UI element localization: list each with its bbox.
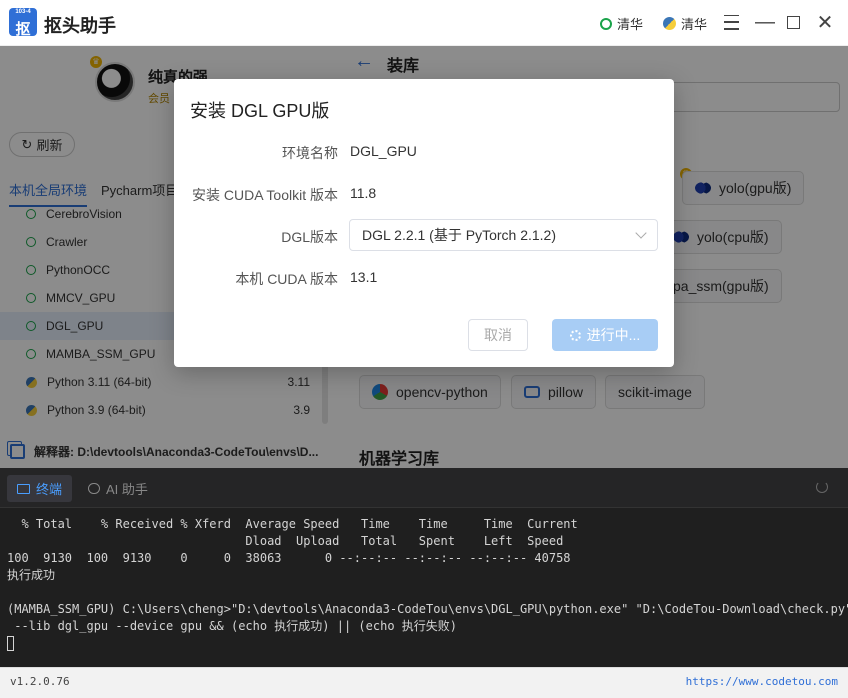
maximize-icon[interactable] — [783, 12, 803, 32]
app-logo: 103-4 抠 — [9, 8, 37, 38]
env-name-label: 环境名称 — [282, 145, 338, 161]
env-name-value: DGL_GPU — [350, 143, 417, 159]
app-title: 抠头助手 — [44, 16, 116, 36]
cuda-toolkit-label: 安装 CUDA Toolkit 版本 — [192, 187, 338, 203]
pip-mirror-selector[interactable]: 清华 — [663, 14, 707, 33]
cancel-button[interactable]: 取消 — [468, 319, 528, 351]
terminal-line: (MAMBA_SSM_GPU) C:\Users\cheng>"D:\devto… — [7, 602, 848, 616]
dgl-version-select[interactable]: DGL 2.2.1 (基于 PyTorch 2.1.2) — [349, 219, 658, 251]
conda-ring-icon — [600, 17, 612, 30]
tab-terminal[interactable]: 终端 — [7, 475, 73, 502]
terminal-line: 100 9130 100 9130 0 0 38063 0 --:--:-- -… — [7, 551, 571, 565]
terminal-line: % Total % Received % Xferd Average Speed… — [7, 517, 578, 531]
minimize-icon[interactable]: — — [755, 11, 775, 33]
local-cuda-value: 13.1 — [350, 269, 378, 285]
terminal-line: Dload Upload Total Spent Left Speed — [7, 534, 564, 548]
dgl-version-label: DGL版本 — [281, 229, 338, 245]
status-bar: v1.2.0.76 https://www.codetou.com — [0, 667, 848, 698]
monitor-icon — [17, 483, 30, 494]
terminal-line: --lib dgl_gpu --device gpu && (echo 执行成功… — [7, 619, 458, 633]
chevron-down-icon — [635, 227, 647, 239]
dgl-version-value: DGL 2.2.1 (基于 PyTorch 2.1.2) — [362, 227, 556, 243]
terminal-tab-bar: 终端 AI 助手 — [0, 468, 848, 508]
install-dialog: 安装 DGL GPU版 环境名称 DGL_GPU 安装 CUDA Toolkit… — [174, 79, 674, 367]
python-icon — [663, 17, 676, 30]
terminal-output[interactable]: % Total % Received % Xferd Average Speed… — [7, 516, 848, 652]
tab-ai-assistant[interactable]: AI 助手 — [78, 475, 158, 502]
dialog-title: 安装 DGL GPU版 — [190, 101, 330, 121]
cuda-toolkit-value: 11.8 — [350, 185, 377, 201]
conda-mirror-label: 清华 — [617, 17, 644, 32]
title-bar: 103-4 抠 抠头助手 清华 清华 — ✕ — [0, 0, 848, 46]
pip-mirror-label: 清华 — [681, 17, 708, 32]
app-version: v1.2.0.76 — [10, 675, 70, 688]
local-cuda-label: 本机 CUDA 版本 — [235, 271, 338, 287]
refresh-icon[interactable] — [816, 481, 828, 493]
terminal-line: 执行成功 — [7, 568, 56, 582]
website-link[interactable]: https://www.codetou.com — [686, 675, 838, 688]
close-icon[interactable]: ✕ — [815, 12, 835, 34]
terminal-panel: 终端 AI 助手 % Total % Received % Xferd Aver… — [0, 468, 848, 667]
conda-mirror-selector[interactable]: 清华 — [600, 14, 643, 33]
loading-spinner-icon — [569, 329, 581, 341]
in-progress-button[interactable]: 进行中... — [552, 319, 658, 351]
chat-icon — [88, 483, 100, 494]
terminal-cursor — [7, 636, 14, 651]
menu-icon[interactable] — [721, 12, 741, 32]
